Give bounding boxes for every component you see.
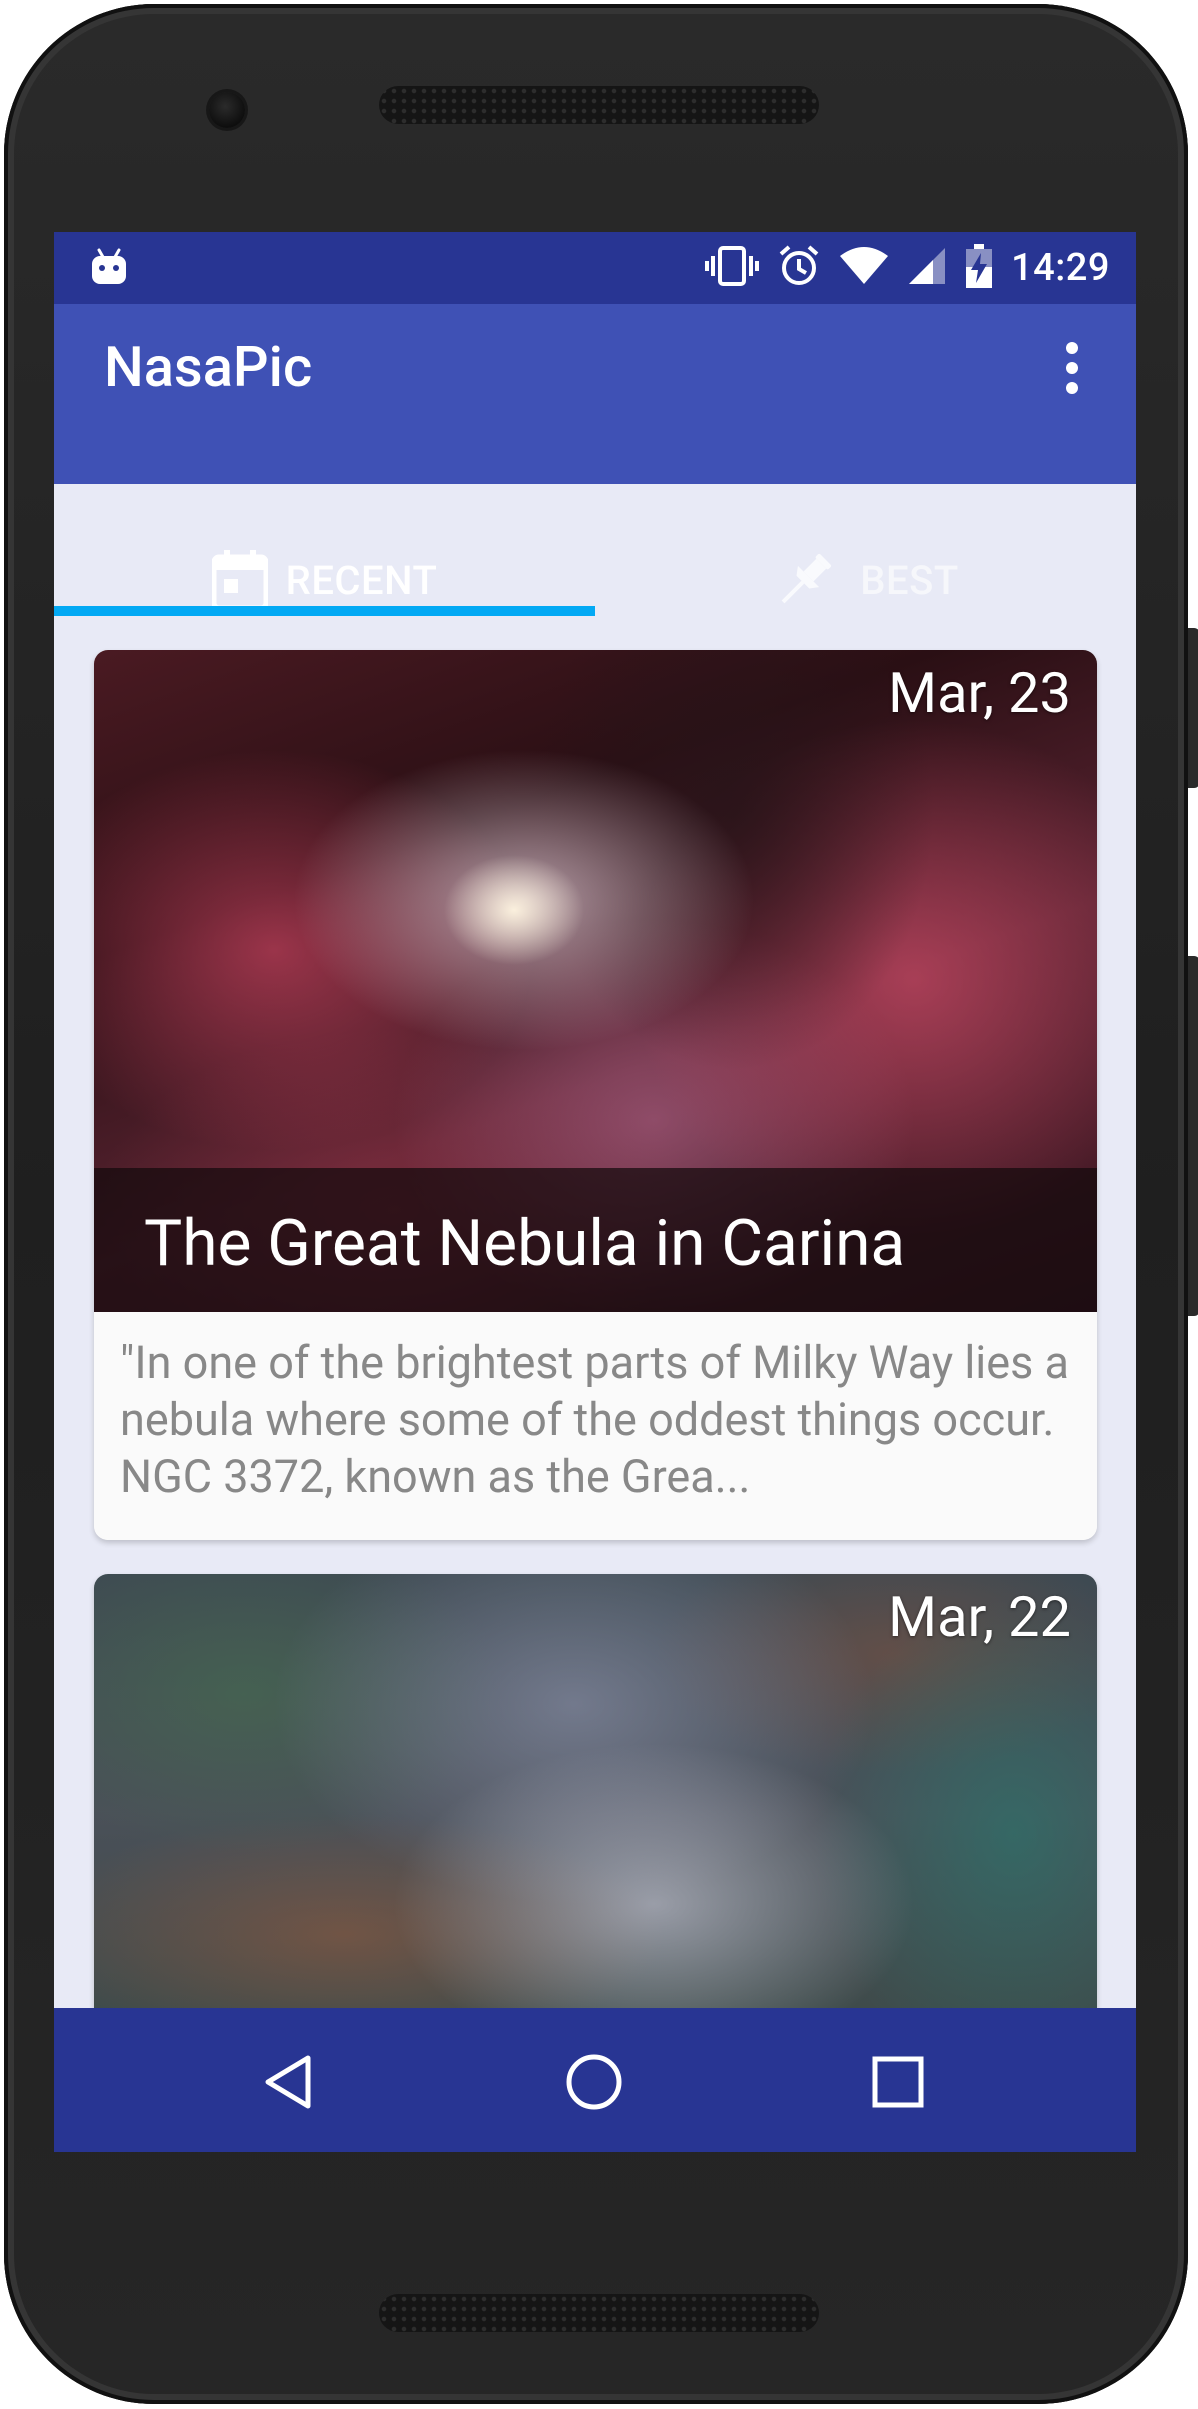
app-bar: NasaPic RECENT BEST (54, 304, 1136, 610)
front-camera (209, 92, 245, 128)
overflow-menu-icon[interactable] (1062, 342, 1082, 402)
status-bar: 14:29 (54, 232, 1136, 304)
volume-button (1188, 956, 1198, 1316)
android-debug-icon (90, 246, 128, 290)
card-title: The Great Nebula in Carina (144, 1206, 906, 1281)
alarm-icon (777, 244, 821, 292)
calendar-icon (211, 550, 268, 610)
picture-card[interactable]: Mar, 23 The Great Nebula in Carina "In o… (94, 650, 1097, 1540)
card-description: "In one of the brightest parts of Milky … (120, 1336, 1069, 1503)
back-icon[interactable] (260, 2052, 320, 2112)
pin-icon (772, 547, 838, 613)
nebula-image: Mar, 23 The Great Nebula in Carina (94, 650, 1097, 1312)
home-icon[interactable] (564, 2052, 624, 2112)
status-time: 14:29 (1011, 246, 1110, 290)
card-date: Mar, 22 (888, 1584, 1071, 1650)
card-title-overlay: The Great Nebula in Carina (94, 1168, 1097, 1312)
tab-recent-label: RECENT (285, 556, 438, 604)
tab-indicator (54, 606, 595, 616)
bottom-speaker (379, 2294, 819, 2332)
top-speaker (379, 86, 819, 124)
power-button (1188, 628, 1198, 788)
signal-icon (907, 246, 947, 290)
tab-best-label: BEST (860, 556, 959, 604)
card-list[interactable]: Mar, 23 The Great Nebula in Carina "In o… (54, 616, 1136, 2008)
screen: 14:29 NasaPic RECENT BEST Mar, 23 The Gr… (54, 232, 1136, 2152)
recents-icon[interactable] (868, 2052, 928, 2112)
milky-way-image: Mar, 22 (94, 1574, 1097, 2008)
app-title: NasaPic (104, 334, 313, 400)
card-description-area: "In one of the brightest parts of Milky … (94, 1312, 1097, 1540)
battery-charging-icon (965, 243, 993, 293)
wifi-icon (839, 246, 889, 290)
picture-card[interactable]: Mar, 22 (94, 1574, 1097, 2008)
navigation-bar (54, 2008, 1136, 2152)
vibrate-icon (705, 244, 760, 292)
card-date: Mar, 23 (888, 660, 1071, 726)
